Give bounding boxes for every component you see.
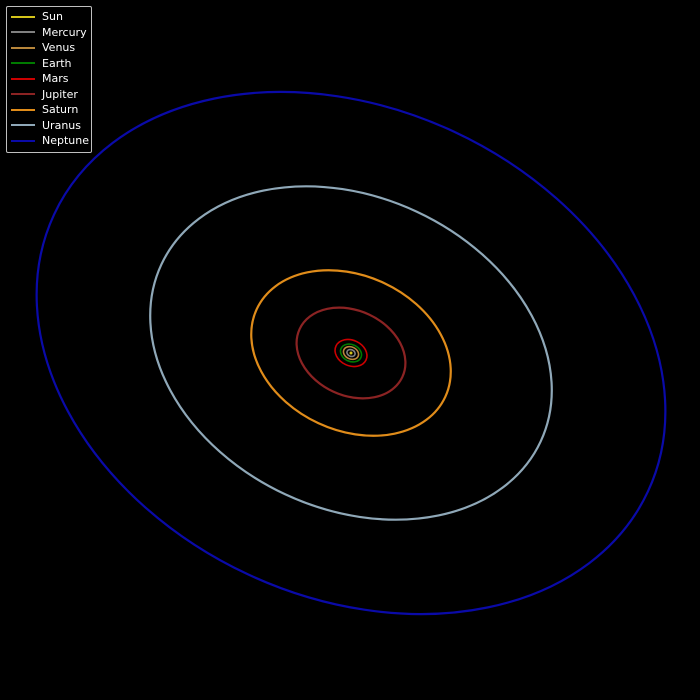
legend-entry-neptune: Neptune	[7, 133, 91, 149]
legend-label: Jupiter	[42, 87, 78, 101]
legend-label: Neptune	[42, 134, 90, 148]
legend-entry-saturn: Saturn	[7, 102, 91, 118]
legend: Sun Mercury Venus Earth Mars Jupiter Saturn Ura…	[6, 6, 92, 153]
legend-label: Saturn	[42, 103, 79, 117]
legend-swatch	[11, 124, 35, 127]
legend-entry-mercury: Mercury	[7, 25, 91, 41]
legend-label: Venus	[42, 41, 76, 55]
legend-label: Sun	[42, 10, 63, 24]
legend-swatch	[11, 77, 35, 80]
legend-swatch	[11, 93, 35, 96]
legend-entry-mars: Mars	[7, 71, 91, 87]
legend-label: Mercury	[42, 25, 87, 39]
legend-swatch	[11, 108, 35, 111]
orbit-chart: Sun Mercury Venus Earth Mars Jupiter Saturn Ura…	[0, 0, 700, 700]
legend-entry-venus: Venus	[7, 40, 91, 56]
legend-label: Earth	[42, 56, 72, 70]
legend-swatch	[11, 15, 35, 18]
legend-entry-earth: Earth	[7, 56, 91, 72]
legend-entry-jupiter: Jupiter	[7, 87, 91, 103]
legend-label: Uranus	[42, 118, 81, 132]
sun-marker	[349, 351, 353, 355]
legend-swatch	[11, 139, 35, 142]
legend-entry-sun: Sun	[7, 9, 91, 25]
orbit-plot-area	[35, 90, 667, 616]
legend-label: Mars	[42, 72, 69, 86]
legend-swatch	[11, 62, 35, 65]
legend-swatch	[11, 46, 35, 49]
legend-entry-uranus: Uranus	[7, 118, 91, 134]
legend-swatch	[11, 31, 35, 34]
